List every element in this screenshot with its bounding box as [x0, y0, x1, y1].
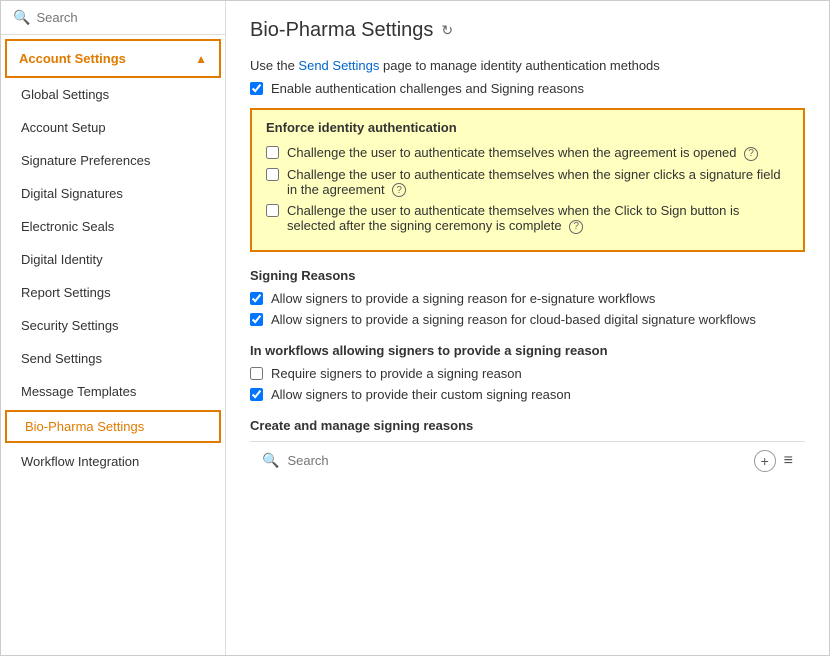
account-settings-header[interactable]: Account Settings ▲: [5, 39, 221, 78]
enforce-checkbox-1[interactable]: [266, 168, 279, 181]
in-workflows-row-1: Allow signers to provide their custom si…: [250, 387, 805, 402]
enable-auth-checkbox[interactable]: [250, 82, 263, 95]
signing-reason-checkbox-1[interactable]: [250, 313, 263, 326]
page-title-container: Bio-Pharma Settings ↻: [250, 19, 805, 42]
nav-section: Account Settings ▲ Global Settings Accou…: [1, 35, 225, 655]
signing-reason-checkbox-0[interactable]: [250, 292, 263, 305]
sidebar-item-signature-preferences[interactable]: Signature Preferences: [1, 144, 225, 177]
sidebar-item-bio-pharma-settings[interactable]: Bio-Pharma Settings: [5, 410, 221, 443]
bottom-search-bar: 🔍 + ≡: [250, 441, 805, 480]
main-content: Bio-Pharma Settings ↻ Use the Send Setti…: [226, 1, 829, 655]
in-workflows-row-0: Require signers to provide a signing rea…: [250, 366, 805, 381]
enforce-auth-title: Enforce identity authentication: [266, 120, 789, 135]
sidebar-search-container: 🔍: [1, 1, 225, 35]
enforce-label-2: Challenge the user to authenticate thems…: [287, 203, 789, 234]
help-icon-1[interactable]: ?: [392, 183, 406, 197]
account-settings-label: Account Settings: [19, 51, 126, 66]
bottom-actions: + ≡: [754, 450, 793, 472]
signing-reason-label-0: Allow signers to provide a signing reaso…: [271, 291, 655, 306]
sidebar-item-security-settings[interactable]: Security Settings: [1, 309, 225, 342]
enforce-label-0: Challenge the user to authenticate thems…: [287, 145, 758, 161]
in-workflows-checkbox-0[interactable]: [250, 367, 263, 380]
menu-icon[interactable]: ≡: [784, 452, 793, 470]
chevron-up-icon: ▲: [195, 52, 207, 66]
sidebar-item-account-setup[interactable]: Account Setup: [1, 111, 225, 144]
help-icon-2[interactable]: ?: [569, 220, 583, 234]
enforce-item-2: Challenge the user to authenticate thems…: [266, 203, 789, 234]
add-button[interactable]: +: [754, 450, 776, 472]
sidebar-item-global-settings[interactable]: Global Settings: [1, 78, 225, 111]
signing-reason-label-1: Allow signers to provide a signing reaso…: [271, 312, 756, 327]
in-workflows-label-0: Require signers to provide a signing rea…: [271, 366, 522, 381]
enforce-label-1: Challenge the user to authenticate thems…: [287, 167, 789, 198]
sidebar-item-report-settings[interactable]: Report Settings: [1, 276, 225, 309]
app-window: 🔍 Account Settings ▲ Global Settings Acc…: [0, 0, 830, 656]
intro-text: Use the Send Settings page to manage ide…: [250, 58, 805, 73]
sidebar-item-message-templates[interactable]: Message Templates: [1, 375, 225, 408]
sidebar-item-workflow-integration[interactable]: Workflow Integration: [1, 445, 225, 478]
enforce-checkbox-0[interactable]: [266, 146, 279, 159]
sidebar-item-digital-identity[interactable]: Digital Identity: [1, 243, 225, 276]
sidebar: 🔍 Account Settings ▲ Global Settings Acc…: [1, 1, 226, 655]
bottom-search-input[interactable]: [287, 453, 745, 468]
help-icon-0[interactable]: ?: [744, 147, 758, 161]
in-workflows-title: In workflows allowing signers to provide…: [250, 343, 805, 358]
search-icon: 🔍: [13, 9, 30, 26]
send-settings-link[interactable]: Send Settings: [298, 58, 379, 73]
search-input[interactable]: [36, 10, 213, 25]
in-workflows-label-1: Allow signers to provide their custom si…: [271, 387, 571, 402]
in-workflows-checkbox-1[interactable]: [250, 388, 263, 401]
enable-auth-label: Enable authentication challenges and Sig…: [271, 81, 584, 96]
signing-reasons-title: Signing Reasons: [250, 268, 805, 283]
signing-reason-row-1: Allow signers to provide a signing reaso…: [250, 312, 805, 327]
sidebar-item-digital-signatures[interactable]: Digital Signatures: [1, 177, 225, 210]
sidebar-item-send-settings[interactable]: Send Settings: [1, 342, 225, 375]
enforce-item-0: Challenge the user to authenticate thems…: [266, 145, 789, 161]
nav-items-list: Global Settings Account Setup Signature …: [1, 78, 225, 478]
sidebar-item-electronic-seals[interactable]: Electronic Seals: [1, 210, 225, 243]
page-title: Bio-Pharma Settings: [250, 19, 433, 42]
enforce-checkbox-2[interactable]: [266, 204, 279, 217]
signing-reason-row-0: Allow signers to provide a signing reaso…: [250, 291, 805, 306]
enforce-auth-box: Enforce identity authentication Challeng…: [250, 108, 805, 252]
create-manage-title: Create and manage signing reasons: [250, 418, 805, 433]
enable-auth-row: Enable authentication challenges and Sig…: [250, 81, 805, 96]
enforce-item-1: Challenge the user to authenticate thems…: [266, 167, 789, 198]
bottom-search-icon: 🔍: [262, 452, 279, 469]
refresh-icon[interactable]: ↻: [441, 22, 453, 39]
